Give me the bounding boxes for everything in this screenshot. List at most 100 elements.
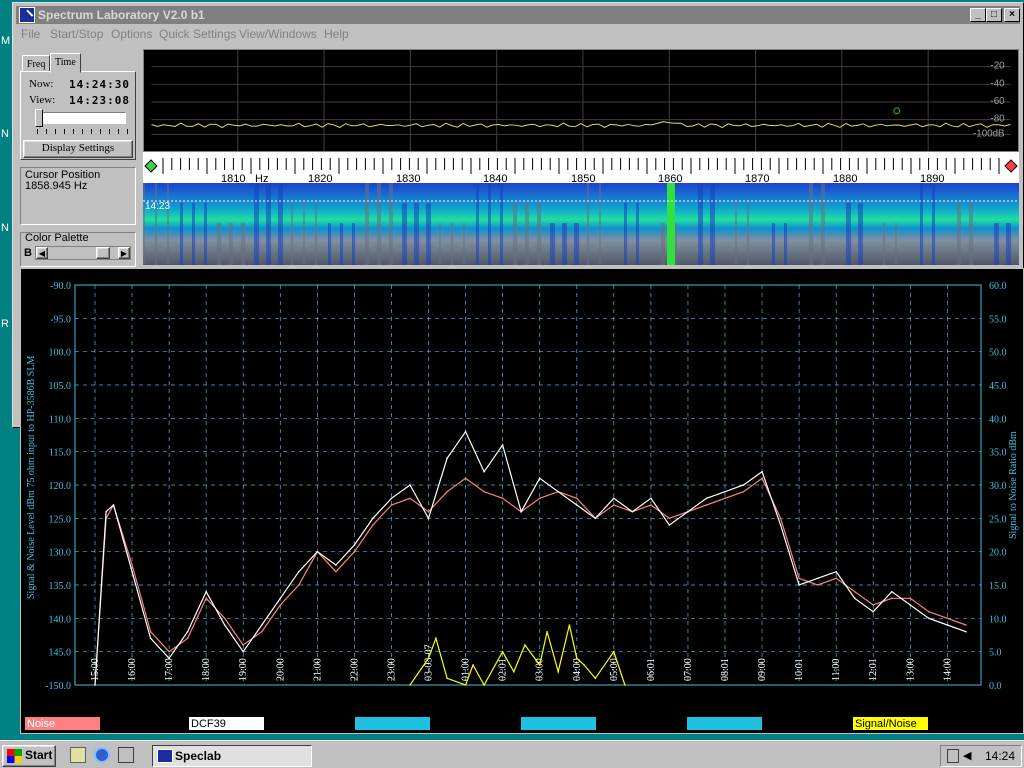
data-point — [464, 430, 467, 433]
menu-options[interactable]: Options — [111, 27, 152, 41]
time-slider-thumb[interactable] — [35, 109, 43, 127]
data-point — [279, 604, 282, 606]
data-point — [835, 577, 837, 580]
waterfall-stripe — [698, 183, 703, 265]
freq-label: 1890 — [920, 173, 944, 183]
network-icon[interactable] — [947, 749, 959, 763]
x-tick-label: 22:00 — [349, 658, 360, 681]
menu-help[interactable]: Help — [324, 27, 349, 41]
data-point — [242, 644, 244, 646]
data-point — [538, 477, 541, 480]
waterfall-display[interactable]: 14:23 — [143, 183, 1019, 265]
y2-tick-label: 60.0 — [989, 281, 1007, 292]
legend-box[interactable] — [355, 717, 430, 730]
waterfall-stripe — [624, 203, 627, 265]
scroll-thumb[interactable] — [96, 247, 110, 259]
data-point — [483, 490, 485, 493]
menu-bar: File Start/Stop Options Quick Settings V… — [16, 25, 1020, 43]
data-point — [779, 517, 782, 520]
waterfall-stripe — [365, 183, 369, 265]
waterfall-stripe — [858, 203, 863, 265]
waterfall-stripe — [969, 203, 973, 265]
waterfall-stripe — [895, 223, 897, 265]
close-button[interactable]: × — [1004, 8, 1020, 22]
data-point — [513, 670, 515, 673]
internet-explorer-icon[interactable] — [94, 747, 110, 763]
data-point — [742, 484, 745, 486]
frequency-scale[interactable]: 1810 Hz 1820 1830 1840 1850 1860 1870 1880 1890 — [143, 152, 1019, 185]
left-marker-icon[interactable] — [144, 159, 158, 173]
cursor-position-value: 1858.945 Hz — [25, 180, 88, 192]
x-tick-label: 16:00 — [127, 658, 138, 681]
task-speclab[interactable]: Speclab — [152, 745, 312, 767]
y2-tick-label: 10.0 — [989, 614, 1007, 625]
scroll-right-icon[interactable]: ▶ — [118, 247, 130, 259]
title-bar[interactable]: Spectrum Laboratory V2.0 b1 _ □ × — [16, 6, 1020, 24]
data-point — [94, 684, 96, 686]
windows-logo-icon — [7, 749, 22, 763]
taskbar: Start Speclab ◀ 14:24 — [0, 740, 1024, 768]
data-point — [594, 677, 597, 680]
minimize-button[interactable]: _ — [970, 8, 986, 22]
data-point — [409, 484, 411, 486]
menu-start-stop[interactable]: Start/Stop — [50, 27, 103, 41]
x-tick-label: 20:00 — [275, 658, 286, 681]
y2-tick-label: 40.0 — [989, 414, 1007, 425]
start-button[interactable]: Start — [2, 745, 56, 767]
show-desktop-icon[interactable] — [70, 747, 86, 763]
data-point — [435, 637, 437, 640]
data-point — [483, 684, 485, 686]
scroll-left-icon[interactable]: ◀ — [36, 247, 48, 259]
y-tick-label: 110.0 — [49, 414, 71, 425]
legend-box[interactable] — [521, 717, 596, 730]
data-point — [446, 677, 448, 680]
tab-time[interactable]: Time — [50, 53, 81, 73]
waterfall-stripe — [229, 223, 233, 265]
freq-label: 1880 — [833, 173, 857, 183]
y2-tick-label: 0.0 — [989, 681, 1002, 692]
spectrum-display[interactable]: -20 -40 -60 -80 -100dB — [143, 49, 1019, 152]
display-settings-button[interactable]: Display Settings — [23, 140, 133, 158]
palette-scrollbar[interactable]: ◀ ▶ — [35, 246, 131, 260]
waterfall-stripe — [167, 183, 169, 265]
waterfall-stripe — [389, 183, 393, 265]
waterfall-stripe — [574, 223, 579, 265]
data-point — [557, 670, 559, 673]
maximize-button[interactable]: □ — [986, 8, 1002, 22]
desktop-icon-label: M — [1, 35, 11, 47]
x-tick-label: 06:01 — [646, 658, 657, 681]
outlook-icon[interactable] — [118, 747, 134, 763]
data-point — [538, 497, 541, 500]
series-line-1 — [94, 430, 967, 686]
data-point — [427, 657, 430, 660]
volume-icon[interactable]: ◀ — [963, 749, 975, 763]
waterfall-stripe — [266, 183, 271, 265]
y-tick-label: 130.0 — [49, 548, 72, 559]
right-marker-icon[interactable] — [1004, 159, 1018, 173]
view-value: 14:23:08 — [69, 94, 130, 107]
data-point — [705, 497, 708, 500]
waterfall-stripe — [636, 203, 639, 265]
data-point — [205, 597, 207, 600]
waterfall-stripe — [463, 223, 465, 265]
desktop-icon-label: R — [1, 318, 9, 330]
data-point — [242, 650, 244, 653]
freq-label: Hz — [255, 173, 268, 183]
menu-file[interactable]: File — [21, 27, 40, 41]
menu-view-windows[interactable]: View/Windows — [239, 27, 317, 41]
legend-box[interactable] — [687, 717, 762, 730]
time-slider-track[interactable] — [38, 112, 126, 124]
menu-quick-settings[interactable]: Quick Settings — [159, 27, 236, 41]
app-icon[interactable] — [19, 7, 35, 23]
x-tick-label: 23:00 — [386, 658, 397, 681]
x-tick-label: 13:00 — [905, 658, 916, 681]
plot-window[interactable]: -90.0 -95.0 100.0 105.0 110.0 115.0 120.0 125.0… — [20, 268, 1024, 734]
data-point — [650, 497, 652, 500]
waterfall-stripe — [883, 223, 885, 265]
waterfall-stripe — [809, 183, 813, 265]
data-point — [724, 497, 726, 500]
data-point — [761, 477, 763, 480]
desktop-icon-label: N — [1, 128, 9, 140]
data-point — [872, 604, 874, 606]
data-point — [891, 590, 893, 593]
